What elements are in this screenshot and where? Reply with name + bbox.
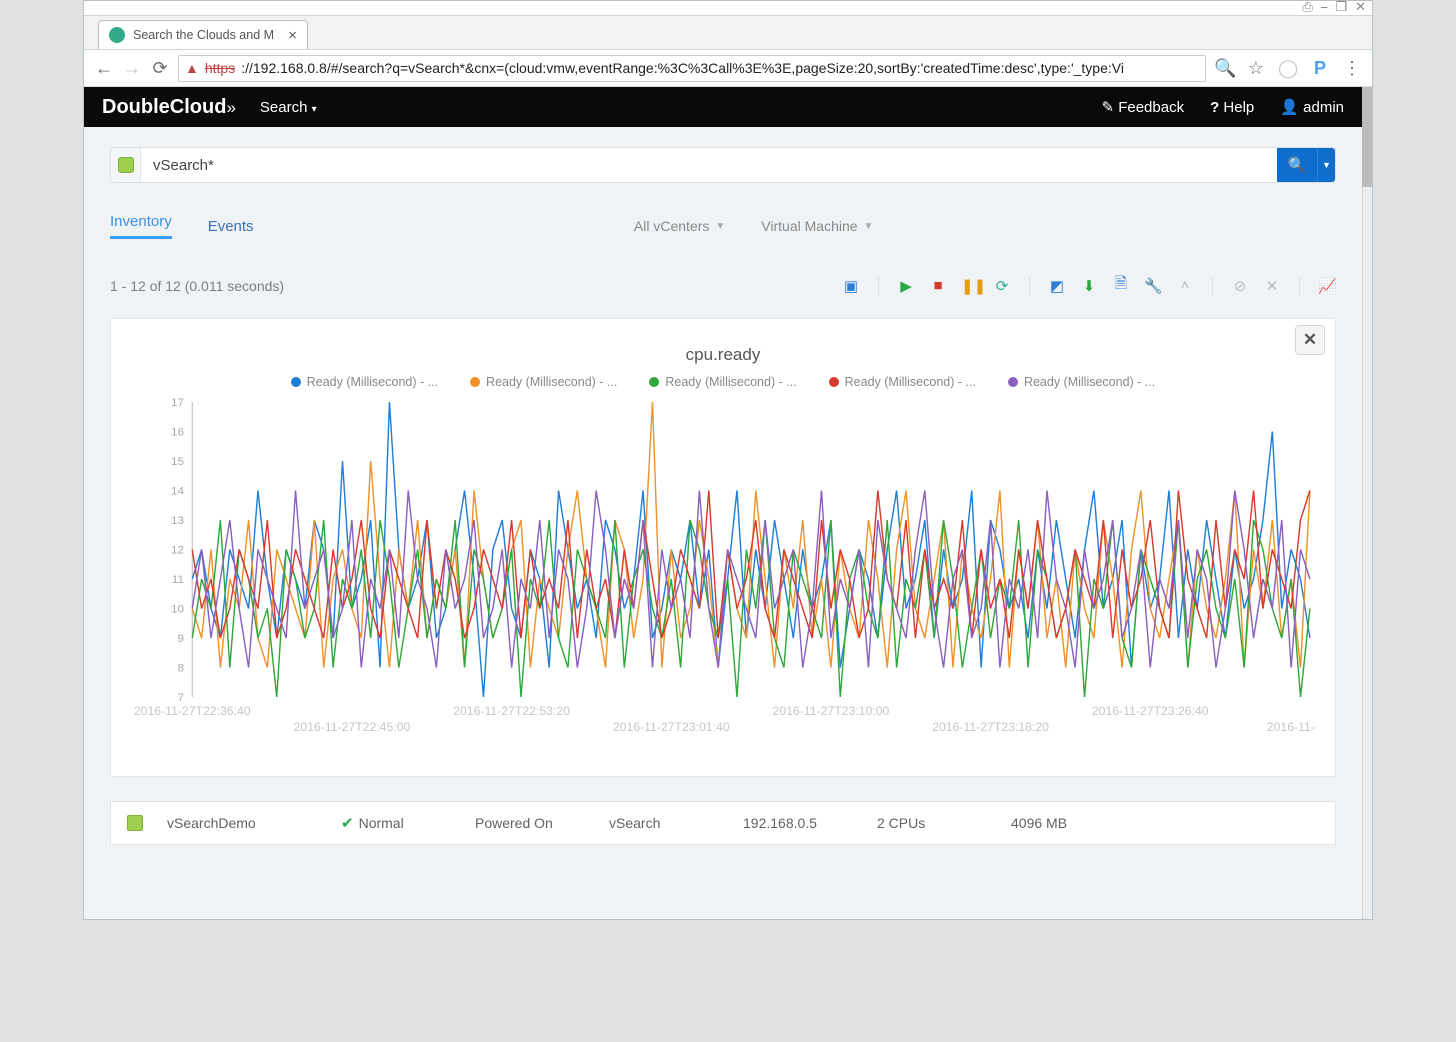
svg-text:2016-11-27T23:26:40: 2016-11-27T23:26:40 (1092, 704, 1209, 718)
svg-text:11: 11 (172, 573, 184, 586)
svg-text:10: 10 (171, 603, 184, 616)
svg-text:12: 12 (171, 544, 184, 557)
address-bar[interactable]: ▲ https ://192.168.0.8/#/search?q=vSearc… (178, 55, 1206, 82)
user-menu[interactable]: 👤 admin (1280, 98, 1344, 116)
p-extension-icon[interactable]: P (1310, 58, 1330, 79)
row-ip: 192.168.0.5 (743, 815, 853, 831)
search-dropdown-button[interactable]: ▼ (1317, 148, 1335, 182)
chart-icon[interactable]: 📈 (1318, 277, 1336, 295)
chart-close-button[interactable]: ✕ (1295, 325, 1325, 355)
vm-icon (127, 815, 143, 831)
legend-item[interactable]: Ready (Millisecond) - ... (470, 375, 617, 389)
star-icon[interactable]: ☆ (1246, 58, 1266, 79)
svg-text:2016-11-27T22:53:20: 2016-11-27T22:53:20 (453, 704, 570, 718)
tab-inventory[interactable]: Inventory (110, 213, 172, 239)
pause-icon[interactable]: ❚❚ (961, 277, 979, 295)
close-window-icon[interactable]: ✕ (1355, 0, 1366, 15)
tab-events[interactable]: Events (208, 218, 254, 235)
filter-type[interactable]: Virtual Machine ▼ (761, 218, 873, 234)
svg-text:14: 14 (171, 485, 185, 498)
svg-text:8: 8 (178, 662, 185, 675)
svg-text:9: 9 (178, 632, 185, 645)
svg-text:15: 15 (171, 455, 184, 468)
row-cpus: 2 CPUs (877, 815, 987, 831)
document-icon[interactable]: 🗎 (1112, 273, 1130, 298)
row-power: Powered On (475, 815, 585, 831)
stop-icon[interactable]: ■ (929, 277, 947, 294)
minimize-window-icon[interactable]: ⎯ (1321, 0, 1328, 15)
browser-tab[interactable]: Search the Clouds and M × (98, 20, 308, 49)
reload-button[interactable]: ⟳ (150, 58, 170, 79)
result-row[interactable]: vSearchDemo ✔Normal Powered On vSearch 1… (110, 801, 1336, 845)
results-summary: 1 - 12 of 12 (0.011 seconds) (110, 278, 284, 294)
extension-icon[interactable]: ◯ (1278, 58, 1298, 79)
svg-text:2016-11-27T23:10:00: 2016-11-27T23:10:00 (773, 704, 890, 718)
chart-panel: ✕ cpu.ready Ready (Millisecond) - ... Rea… (110, 318, 1336, 777)
row-mem: 4096 MB (1011, 815, 1121, 831)
url-scheme: https (205, 60, 235, 76)
legend-item[interactable]: Ready (Millisecond) - ... (1008, 375, 1155, 389)
svg-text:2016-11-27T22:45:00: 2016-11-27T22:45:00 (294, 720, 411, 734)
menu-icon[interactable]: ⋮ (1342, 58, 1362, 79)
legend-item[interactable]: Ready (Millisecond) - ... (649, 375, 796, 389)
tab-close-icon[interactable]: × (288, 27, 297, 44)
screenshot-icon[interactable]: ◩ (1048, 277, 1066, 295)
legend-item[interactable]: Ready (Millisecond) - ... (829, 375, 976, 389)
collapse-icon[interactable]: ˄ (1176, 277, 1194, 294)
insecure-icon: ▲ (185, 60, 199, 76)
console-icon[interactable]: ▣ (842, 277, 860, 295)
search-input[interactable] (141, 148, 1277, 182)
row-name: vSearchDemo (167, 815, 317, 831)
tab-title: Search the Clouds and M (133, 28, 280, 42)
chart-title: cpu.ready (131, 345, 1315, 365)
row-status: ✔Normal (341, 814, 451, 832)
svg-text:17: 17 (171, 397, 184, 409)
export-icon[interactable]: ⬇ (1080, 277, 1098, 295)
url-text: ://192.168.0.8/#/search?q=vSearch*&cnx=(… (241, 60, 1124, 76)
scrollbar[interactable] (1362, 87, 1372, 919)
feedback-link[interactable]: ✎ Feedback (1101, 98, 1184, 116)
disable-icon[interactable]: ⊘ (1231, 277, 1249, 295)
svg-text:2016-11-27T23:: 2016-11-27T23: (1267, 720, 1315, 734)
brand-logo[interactable]: DoubleCloud» (102, 96, 236, 119)
maximize-window-icon[interactable]: ❐ (1335, 0, 1347, 15)
wrench-icon[interactable]: 🔧 (1144, 277, 1162, 295)
legend-item[interactable]: Ready (Millisecond) - ... (291, 375, 438, 389)
user-window-icon[interactable]: ⎙ (1303, 0, 1313, 15)
refresh-icon[interactable]: ⟳ (993, 277, 1011, 295)
svg-text:2016-11-27T23:01:40: 2016-11-27T23:01:40 (613, 720, 730, 734)
close-icon[interactable]: ✕ (1263, 277, 1281, 295)
status-ok-icon: ✔ (341, 814, 354, 832)
filter-scope[interactable]: All vCenters ▼ (634, 218, 725, 234)
svg-text:2016-11-27T23:18:20: 2016-11-27T23:18:20 (932, 720, 1049, 734)
help-link[interactable]: ? Help (1210, 99, 1254, 116)
svg-text:13: 13 (171, 514, 184, 527)
svg-text:16: 16 (171, 426, 184, 439)
svg-text:2016-11-27T22:36:40: 2016-11-27T22:36:40 (134, 704, 251, 718)
favicon-icon (109, 27, 125, 43)
row-host: vSearch (609, 815, 719, 831)
search-row: 🔍 ▼ (110, 147, 1336, 183)
search-button[interactable]: 🔍 (1277, 148, 1317, 182)
nav-search[interactable]: Search ▾ (260, 99, 317, 116)
back-button[interactable]: ← (94, 58, 114, 79)
play-icon[interactable]: ▶ (897, 277, 915, 295)
search-url-icon[interactable]: 🔍 (1214, 58, 1234, 79)
search-scope-icon[interactable] (111, 148, 141, 182)
forward-button[interactable]: → (122, 58, 142, 79)
svg-text:7: 7 (178, 691, 185, 704)
